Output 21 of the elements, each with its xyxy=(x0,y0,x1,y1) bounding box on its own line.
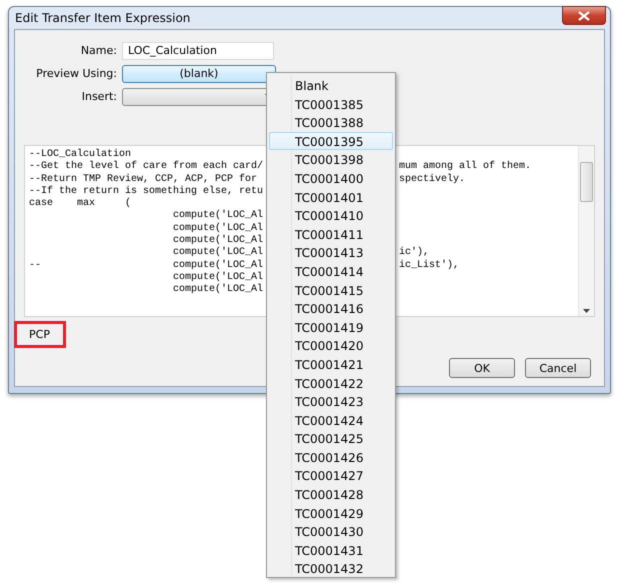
code-line: compute('LOC_Al xyxy=(172,235,264,246)
code-line: --Get the level of care from each card/ xyxy=(29,161,264,174)
code-line: case max ( xyxy=(29,198,132,210)
field-label: Name: xyxy=(80,44,117,57)
code-line: ic'), xyxy=(399,247,430,260)
field-label: Insert: xyxy=(80,90,117,103)
code-line: mum among all of them. xyxy=(399,161,532,174)
code-line: --LOC_Calculation xyxy=(29,149,132,160)
window-title: Edit Transfer Item Expression xyxy=(14,11,190,25)
code-line: compute('LOC_Al xyxy=(172,222,264,234)
code-line: --If the return is something else, retu xyxy=(29,186,264,198)
code-line: compute('LOC_Al xyxy=(172,284,264,297)
code-line: spectively. xyxy=(399,174,466,186)
code-line: --Return TMP Review, CCP, ACP, PCP for xyxy=(29,174,258,186)
code-line: -- compute('LOC_Al xyxy=(29,260,264,272)
code-line: compute('LOC_Al xyxy=(172,247,264,260)
result-text: PCP xyxy=(14,321,66,348)
field-label: Preview Using: xyxy=(35,67,117,80)
code-line: ic_List'), xyxy=(399,260,460,272)
code-line: compute('LOC_Al xyxy=(172,272,264,284)
code-line: compute('LOC_Al xyxy=(172,210,264,222)
